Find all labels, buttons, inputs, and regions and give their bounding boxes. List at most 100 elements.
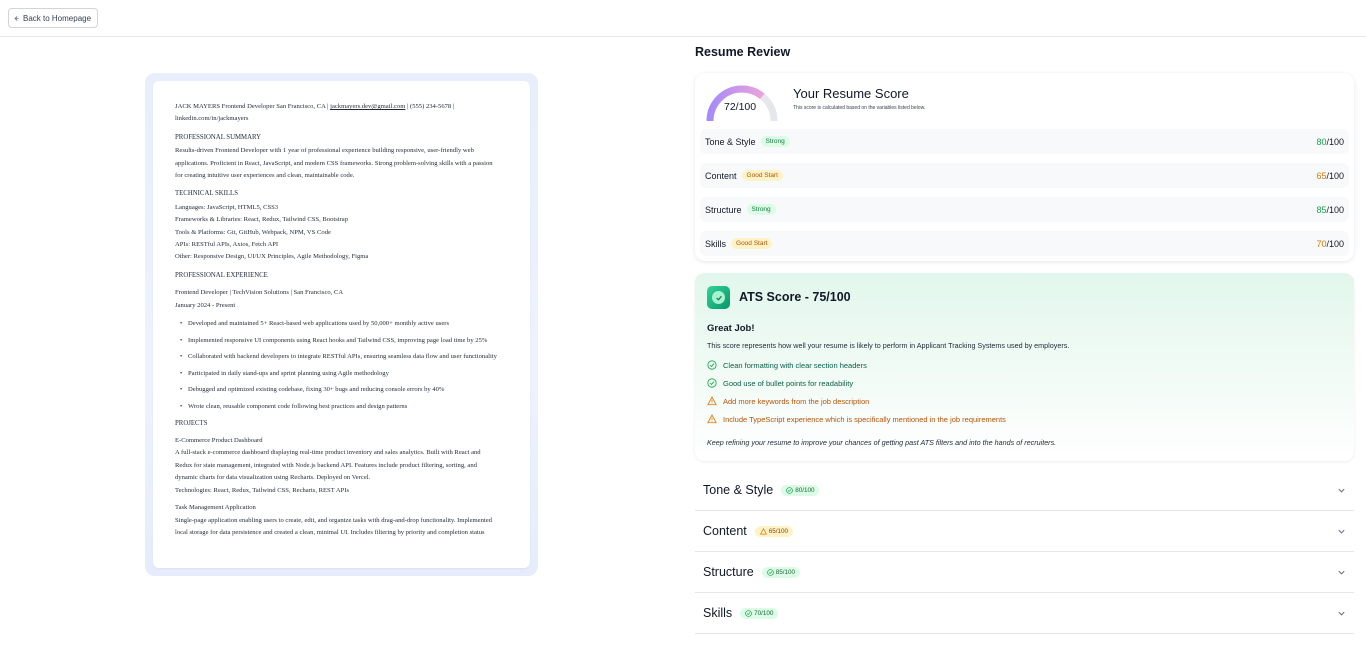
back-to-homepage-button[interactable]: Back to Homepage: [8, 8, 99, 28]
resume-text-line: APIs: RESTful APIs, Axios, Fetch API: [175, 241, 279, 249]
resume-text-line: for creating intuitive user experiences …: [175, 172, 355, 180]
category-name: Content: [705, 170, 737, 181]
resume-text-line: Frameworks & Libraries: React, Redux, Ta…: [175, 216, 349, 224]
category-row-structure: Structure Strong 85/100: [700, 197, 1349, 222]
accordion-title: Content: [703, 524, 747, 538]
category-badge: Good Start: [741, 170, 783, 181]
category-name: Structure: [705, 204, 742, 215]
accordion-score: 85/100: [775, 568, 795, 576]
category-score: 70/100: [1316, 239, 1344, 249]
resume-section-title: PROJECTS: [175, 419, 208, 427]
category-score-suffix: /100: [1326, 238, 1344, 249]
check-circle-icon: [707, 360, 717, 370]
chevron-down-icon: [1338, 570, 1345, 575]
category-score-suffix: /100: [1326, 170, 1344, 181]
accordion-score-badge: 70/100: [740, 607, 779, 619]
resume-header: JACK MAYERS Frontend Developer San Franc…: [175, 101, 508, 126]
chevron-down-icon: [1338, 611, 1345, 616]
check-circle-icon: [745, 609, 752, 617]
resume-review-title: Resume Review: [695, 45, 791, 59]
accordion-title: Skills: [703, 606, 733, 620]
category-badge: Strong: [746, 204, 776, 215]
resume-text-line: Other: Responsive Design, UI/UX Principl…: [175, 253, 369, 261]
top-bar: Back to Homepage: [0, 0, 1366, 37]
ats-tip-warn: Add more keywords from the job descripti…: [707, 396, 869, 406]
category-score-value: 65: [1316, 170, 1327, 181]
accordion-score: 65/100: [768, 527, 789, 535]
check-circle-icon: [766, 568, 774, 576]
resume-section-title: PROFESSIONAL SUMMARY: [175, 133, 262, 141]
accordion-structure[interactable]: Structure 85/100: [695, 552, 1354, 593]
accordion-score-badge: 80/100: [781, 484, 820, 496]
resume-experience-section: PROFESSIONAL EXPERIENCE Frontend Develop…: [175, 270, 508, 413]
category-score: 80/100: [1316, 137, 1344, 147]
ats-tip-text: Include TypeScript experience which is s…: [723, 414, 1006, 424]
resume-text-line: Technologies: React, Redux, Tailwind CSS…: [175, 486, 350, 494]
resume-phone: | (555) 234-5678 |: [405, 103, 455, 110]
resume-job-title: Frontend Developer | TechVision Solution…: [175, 289, 344, 297]
ats-description: This score represents how well your resu…: [707, 341, 1070, 350]
resume-text-line: Languages: JavaScript, HTML5, CSS3: [175, 203, 279, 211]
accordion-score-badge: 85/100: [761, 566, 800, 578]
accordion-tone-style[interactable]: Tone & Style 80/100: [695, 470, 1354, 511]
category-score-value: 85: [1316, 204, 1327, 215]
ats-tip-text: Good use of bullet points for readabilit…: [723, 378, 854, 388]
arrow-left-icon: [14, 15, 19, 21]
resume-linkedin: linkedin.com/in/jackmayers: [175, 115, 249, 123]
resume-text-line: dynamic charts for data visualization us…: [175, 474, 371, 482]
category-score: 85/100: [1316, 205, 1344, 215]
resume-project-name: E-Commerce Product Dashboard: [175, 437, 263, 445]
ats-tip-warn: Include TypeScript experience which is s…: [707, 414, 1006, 424]
category-score-suffix: /100: [1326, 204, 1344, 215]
ats-score-card: ATS Score - 75/100 Great Job! This score…: [695, 273, 1354, 461]
check-circle-icon: [707, 378, 717, 388]
accordion-title: Structure: [703, 565, 754, 579]
resume-section-title: PROFESSIONAL EXPERIENCE: [175, 271, 268, 279]
resume-text-line: local storage for data persistence and c…: [175, 528, 485, 536]
resume-score-card: 72/100 Your Resume Score This score is c…: [695, 73, 1354, 261]
ats-tip-good: Good use of bullet points for readabilit…: [707, 378, 853, 388]
resume-text-line: Single-page application enabling users t…: [175, 516, 492, 524]
category-name: Skills: [705, 238, 727, 249]
resume-bullet-list: Developed and maintained 5+ React-based …: [175, 318, 508, 413]
resume-email: jackmayers.dev@gmail.com: [330, 103, 406, 110]
ats-tip-good: Clean formatting with clear section head…: [707, 360, 867, 370]
check-badge-icon: [707, 286, 730, 309]
accordion-skills[interactable]: Skills 70/100: [695, 593, 1354, 634]
category-badge: Strong: [760, 136, 790, 147]
resume-section-title: TECHNICAL SKILLS: [175, 190, 238, 198]
category-score-value: 80: [1316, 136, 1327, 147]
resume-text-line: applications. Proficient in React, JavaS…: [175, 159, 493, 167]
category-score-value: 70: [1316, 238, 1327, 249]
resume-text-line: Redux for state management, integrated w…: [175, 461, 477, 469]
category-badge: Good Start: [731, 238, 773, 249]
ats-headline: Great Job!: [707, 323, 755, 334]
category-score-suffix: /100: [1326, 136, 1344, 147]
warning-triangle-icon: [759, 527, 767, 534]
resume-bullet: Developed and maintained 5+ React-based …: [180, 318, 508, 330]
chevron-down-icon: [1338, 488, 1345, 493]
resume-skills-section: TECHNICAL SKILLS Languages: JavaScript, …: [175, 188, 508, 263]
ats-score-title: ATS Score - 75/100: [739, 290, 851, 304]
category-score: 65/100: [1316, 171, 1344, 181]
resume-project-name: Task Management Application: [175, 504, 256, 512]
category-row-content: Content Good Start 65/100: [700, 163, 1349, 188]
resume-name-line: JACK MAYERS Frontend Developer San Franc…: [175, 103, 331, 110]
resume-text-line: A full-stack e-commerce dashboard displa…: [175, 449, 481, 457]
accordion-score: 70/100: [754, 609, 774, 617]
ats-tip-text: Add more keywords from the job descripti…: [723, 396, 870, 406]
back-to-homepage-label: Back to Homepage: [23, 13, 92, 23]
resume-text-line: Results-driven Frontend Developer with 1…: [175, 147, 474, 155]
resume-summary-section: PROFESSIONAL SUMMARY Results-driven Fron…: [175, 132, 508, 183]
category-row-skills: Skills Good Start 70/100: [700, 231, 1349, 256]
ats-tip-text: Clean formatting with clear section head…: [723, 360, 867, 370]
accordion-score: 80/100: [795, 486, 815, 494]
score-subtitle: This score is calculated based on the va…: [793, 105, 926, 111]
accordion-content[interactable]: Content 65/100: [695, 511, 1354, 552]
resume-preview[interactable]: JACK MAYERS Frontend Developer San Franc…: [153, 81, 530, 568]
resume-bullet: Wrote clean, reusable component code fol…: [180, 401, 508, 413]
ats-footer-note: Keep refining your resume to improve you…: [707, 438, 1057, 447]
resume-projects-section: PROJECTS E-Commerce Product Dashboard A …: [175, 418, 508, 540]
resume-preview-frame: JACK MAYERS Frontend Developer San Franc…: [145, 73, 538, 576]
resume-bullet: Participated in daily stand-ups and spri…: [180, 368, 508, 380]
